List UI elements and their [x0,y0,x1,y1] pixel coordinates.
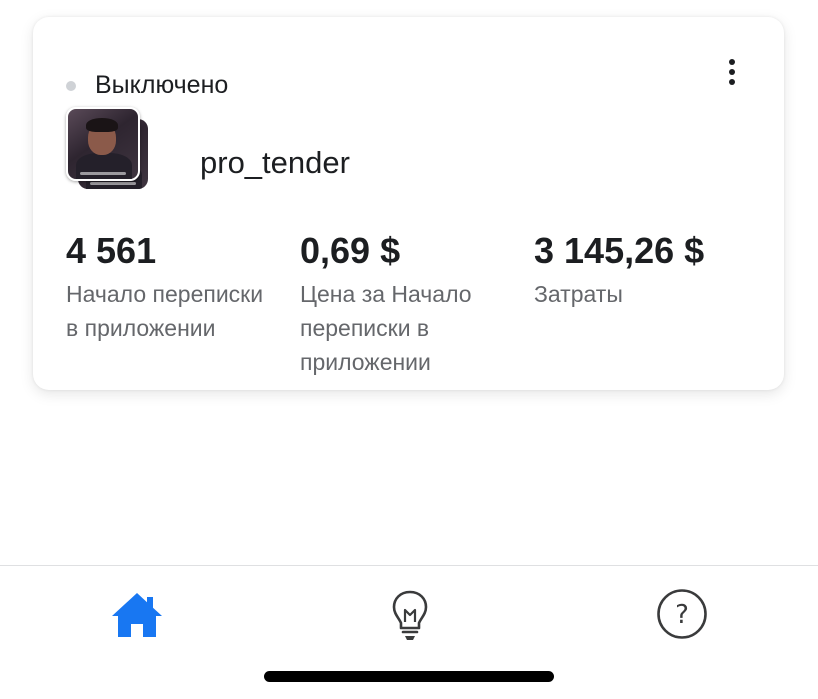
metric-value: 3 145,26 $ [534,230,705,271]
home-icon [112,593,162,637]
lightbulb-icon [392,590,428,640]
more-options-button[interactable] [720,55,744,89]
status-dot [66,80,76,91]
help-icon: ? [657,589,707,639]
more-vertical-icon [729,59,735,65]
metric-label: Цена за Начало переписки в приложении [300,281,472,375]
tab-home[interactable] [109,586,165,642]
status-label: Выключено [95,71,229,99]
svg-text:?: ? [675,600,689,630]
campaign-card[interactable]: Выключено pro_tender 4 561 Начало перепи… [33,17,784,390]
metric-conversations: 4 561 Начало переписки в приложении [66,227,286,345]
account-row[interactable]: pro_tender [66,107,486,207]
metric-label: Начало переписки в приложении [66,281,264,341]
home-indicator[interactable] [264,671,554,682]
screen: Выключено pro_tender 4 561 Начало перепи… [0,0,818,699]
avatar [66,107,140,181]
metric-label: Затраты [534,281,623,307]
metric-cost-per-conversation: 0,69 $ Цена за Начало переписки в прилож… [300,227,520,379]
avatar-stack [66,107,156,207]
metric-value: 0,69 $ [300,230,401,271]
tab-ideas[interactable] [382,586,438,642]
account-name: pro_tender [200,145,350,180]
tab-help[interactable]: ? [654,586,710,642]
metric-spend: 3 145,26 $ Затраты [534,227,754,311]
status-row: Выключено [66,71,228,100]
metric-value: 4 561 [66,230,157,271]
